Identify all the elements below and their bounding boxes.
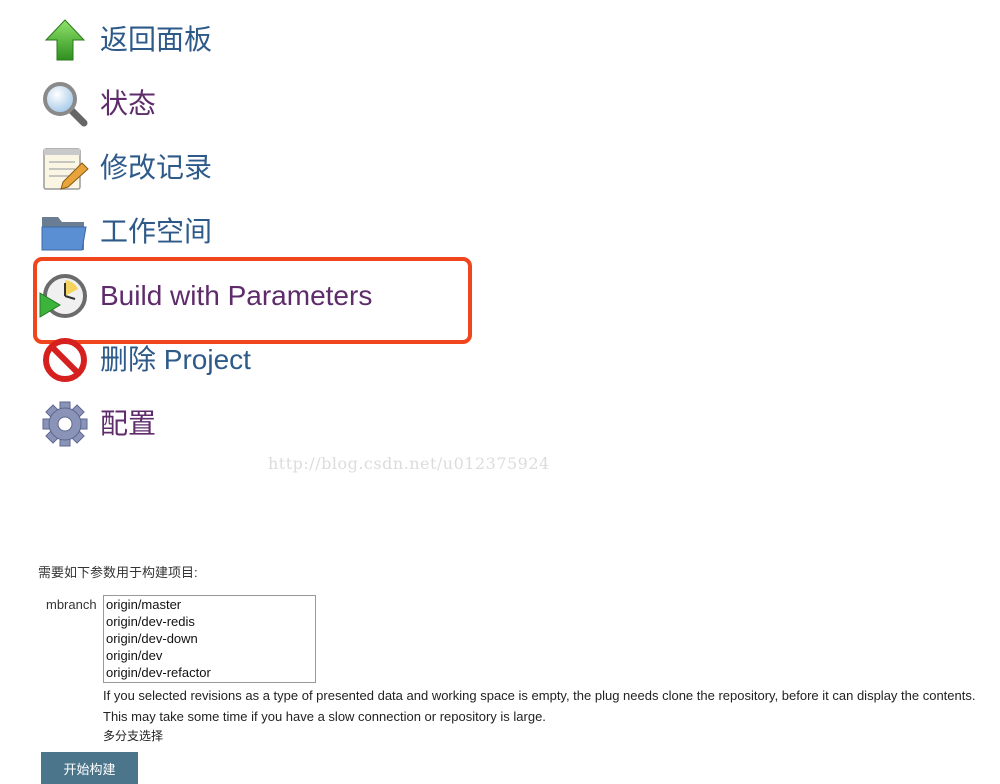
parameter-description: 多分支选择 <box>103 729 164 743</box>
param-name-mbranch: mbranch <box>46 597 97 612</box>
branch-option[interactable]: origin/dev <box>104 647 315 664</box>
gear-icon <box>38 397 92 451</box>
menu-label-changes: 修改记录 <box>100 152 213 183</box>
up-arrow-icon <box>38 13 92 67</box>
menu-item-workspace[interactable]: 工作空间 <box>38 205 212 259</box>
watermark: http://blog.csdn.net/u012375924 <box>268 454 550 473</box>
magnifier-icon <box>38 77 92 131</box>
parameter-help-text: If you selected revisions as a type of p… <box>103 688 976 724</box>
branch-option[interactable]: origin/dev-refactor <box>104 664 315 681</box>
menu-item-delete-project[interactable]: 删除 Project <box>38 333 251 387</box>
menu-label-back-to-dashboard: 返回面板 <box>100 24 213 55</box>
branch-multiselect[interactable]: origin/master origin/dev-redis origin/de… <box>103 595 316 683</box>
menu-item-build-with-parameters[interactable]: Build with Parameters <box>38 269 372 323</box>
menu-label-build-with-parameters: Build with Parameters <box>100 280 373 311</box>
build-button[interactable]: 开始构建 <box>41 752 138 784</box>
menu-label-status: 状态 <box>100 88 157 119</box>
menu-item-configure[interactable]: 配置 <box>38 397 156 451</box>
menu-item-back-to-dashboard[interactable]: 返回面板 <box>38 13 212 67</box>
menu-item-status[interactable]: 状态 <box>38 77 156 131</box>
form-title: 需要如下参数用于构建项目: <box>38 565 198 580</box>
menu-label-configure: 配置 <box>100 408 157 439</box>
clock-play-icon <box>38 269 92 323</box>
branch-option[interactable]: origin/dev-down <box>104 630 315 647</box>
menu-item-changes[interactable]: 修改记录 <box>38 141 212 195</box>
menu-label-delete-project: 删除 Project <box>100 344 251 375</box>
notepad-icon <box>38 141 92 195</box>
menu-label-workspace: 工作空间 <box>100 216 213 247</box>
folder-icon <box>38 205 92 259</box>
branch-option[interactable]: origin/master <box>104 596 315 613</box>
branch-option[interactable]: origin/dev-redis <box>104 613 315 630</box>
no-entry-icon <box>38 333 92 387</box>
